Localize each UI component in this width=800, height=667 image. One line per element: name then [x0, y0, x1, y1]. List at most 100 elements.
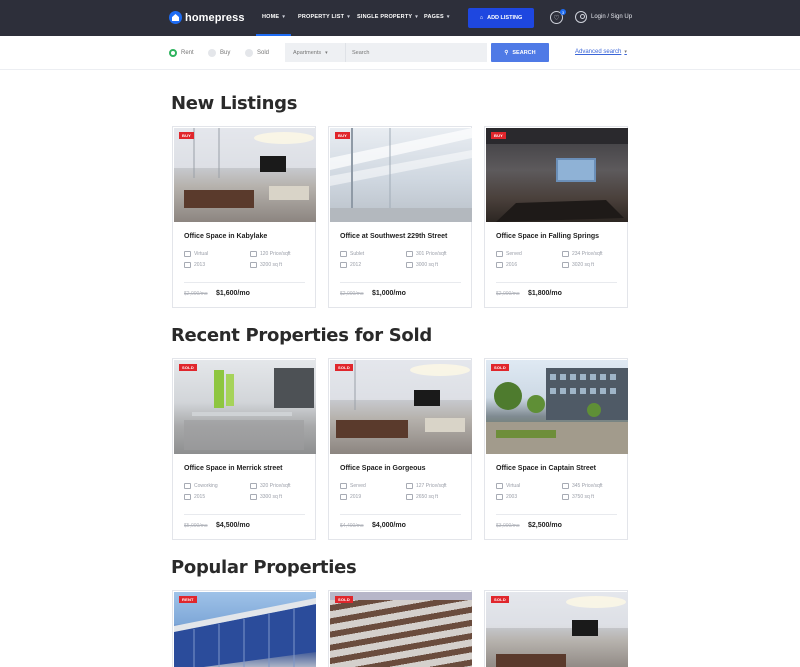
- meta-type-text: Coworking: [194, 483, 218, 489]
- property-image: SOLD: [330, 360, 472, 454]
- area-icon: [250, 494, 257, 500]
- price-sqft-icon: [562, 251, 569, 257]
- listing-badge: SOLD: [491, 364, 509, 371]
- card-meta-type: Served: [340, 483, 366, 489]
- old-price: $2,000/mo: [496, 291, 520, 297]
- login-signup-link[interactable]: Login / Sign Up: [575, 11, 632, 23]
- old-price: $4,400/mo: [340, 523, 364, 529]
- property-card[interactable]: SOLD Office Space in Merrick street Cowo…: [172, 358, 316, 540]
- card-meta-type: Coworking: [184, 483, 218, 489]
- property-type-select[interactable]: Apartments ▾: [285, 43, 346, 62]
- card-meta-price-sqft: 127 Price/sqft: [406, 483, 447, 489]
- calendar-icon: [496, 262, 503, 268]
- current-price: $1,800/mo: [528, 290, 562, 297]
- card-meta-year: 2019: [340, 494, 361, 500]
- radio-buy[interactable]: Buy: [208, 49, 230, 57]
- menu-property-list-label: PROPERTY LIST: [298, 14, 345, 20]
- property-image: SOLD: [330, 592, 472, 667]
- area-icon: [562, 494, 569, 500]
- property-card[interactable]: SOLD: [484, 590, 628, 667]
- card-divider: [184, 282, 305, 283]
- card-meta-area: 3200 sq ft: [250, 262, 282, 268]
- meta-area-text: 3020 sq ft: [572, 262, 594, 268]
- old-price: $5,000/mo: [184, 523, 208, 529]
- calendar-icon: [184, 262, 191, 268]
- menu-property-list[interactable]: PROPERTY LIST ▾: [298, 14, 350, 20]
- property-image: BUY: [174, 128, 316, 222]
- listing-badge: SOLD: [179, 364, 197, 371]
- calendar-icon: [340, 262, 347, 268]
- card-meta-year: 2016: [496, 262, 517, 268]
- property-card[interactable]: RENT: [172, 590, 316, 667]
- calendar-icon: [340, 494, 347, 500]
- advanced-search-link[interactable]: Advanced search ▾: [575, 49, 627, 55]
- meta-type-text: Served: [506, 251, 522, 257]
- price-sqft-icon: [406, 251, 413, 257]
- section-title-recent-sold: Recent Properties for Sold: [171, 325, 432, 346]
- property-card[interactable]: BUY Office Space in Kabylake Virtual 120…: [172, 126, 316, 308]
- price-sqft-icon: [562, 483, 569, 489]
- menu-single-property[interactable]: SINGLE PROPERTY ▾: [357, 14, 418, 20]
- card-divider: [496, 514, 617, 515]
- card-title: Office Space in Kabylake: [184, 233, 268, 240]
- meta-type-text: Virtual: [506, 483, 521, 489]
- current-price: $4,000/mo: [372, 522, 406, 529]
- meta-area-text: 3200 sq ft: [260, 262, 282, 268]
- old-price: $3,000/mo: [496, 523, 520, 529]
- chevron-down-icon: ▾: [347, 14, 350, 20]
- listing-badge: SOLD: [335, 596, 353, 603]
- calendar-icon: [184, 494, 191, 500]
- radio-rent[interactable]: Rent: [169, 49, 194, 57]
- property-card[interactable]: BUY Office Space in Falling Springs Serv…: [484, 126, 628, 308]
- menu-pages[interactable]: PAGES ▾: [424, 14, 450, 20]
- radio-dot: [208, 49, 216, 57]
- card-divider: [496, 282, 617, 283]
- card-divider: [184, 514, 305, 515]
- meta-type-text: Virtual: [194, 251, 209, 257]
- card-meta-price-sqft: 345 Price/sqft: [562, 483, 603, 489]
- radio-sold-label: Sold: [257, 50, 270, 56]
- office-type-icon: [496, 251, 503, 257]
- chevron-down-icon: ▾: [415, 14, 418, 20]
- logo-text: homepress: [185, 11, 245, 24]
- card-meta-type: Served: [496, 251, 522, 257]
- listing-badge: SOLD: [491, 596, 509, 603]
- property-image: BUY: [330, 128, 472, 222]
- meta-type-text: Served: [350, 483, 366, 489]
- meta-price-sqft-text: 320 Price/sqft: [260, 483, 291, 489]
- meta-price-sqft-text: 234 Price/sqft: [572, 251, 603, 257]
- property-card[interactable]: BUY Office at Southwest 229th Street Sub…: [328, 126, 472, 308]
- property-card[interactable]: SOLD Office Space in Gorgeous Served 127…: [328, 358, 472, 540]
- home-logo-icon: [169, 11, 182, 24]
- card-divider: [340, 282, 461, 283]
- listing-badge: BUY: [179, 132, 195, 139]
- price-sqft-icon: [250, 251, 257, 257]
- calendar-icon: [496, 494, 503, 500]
- office-type-icon: [340, 483, 347, 489]
- card-meta-price-sqft: 120 Price/sqft: [250, 251, 291, 257]
- radio-sold[interactable]: Sold: [245, 49, 269, 57]
- card-meta-price-sqft: 301 Price/sqft: [406, 251, 447, 257]
- meta-year-text: 2013: [194, 262, 206, 268]
- office-type-icon: [340, 251, 347, 257]
- property-card[interactable]: SOLD Office Space in Captain Street Virt…: [484, 358, 628, 540]
- logo[interactable]: homepress: [169, 11, 245, 24]
- current-price: $1,000/mo: [372, 290, 406, 297]
- meta-area-text: 2650 sq ft: [416, 494, 438, 500]
- listing-badge: SOLD: [335, 364, 353, 371]
- home-plus-icon: ⌂: [479, 15, 484, 21]
- favorites-count-badge: 3: [560, 9, 566, 15]
- current-price: $4,500/mo: [216, 522, 250, 529]
- search-input[interactable]: [346, 43, 487, 62]
- card-meta-area: 3020 sq ft: [562, 262, 594, 268]
- area-icon: [562, 262, 569, 268]
- search-button[interactable]: ⚲ SEARCH: [491, 43, 549, 62]
- card-title: Office Space in Merrick street: [184, 465, 283, 472]
- menu-single-property-label: SINGLE PROPERTY: [357, 14, 413, 20]
- menu-home-label: HOME: [262, 14, 280, 20]
- menu-home[interactable]: HOME ▾: [255, 14, 292, 36]
- radio-dot: [245, 49, 253, 57]
- property-card[interactable]: SOLD: [328, 590, 472, 667]
- property-image: RENT: [174, 592, 316, 667]
- add-listing-button[interactable]: ⌂ ADD LISTING: [468, 8, 534, 28]
